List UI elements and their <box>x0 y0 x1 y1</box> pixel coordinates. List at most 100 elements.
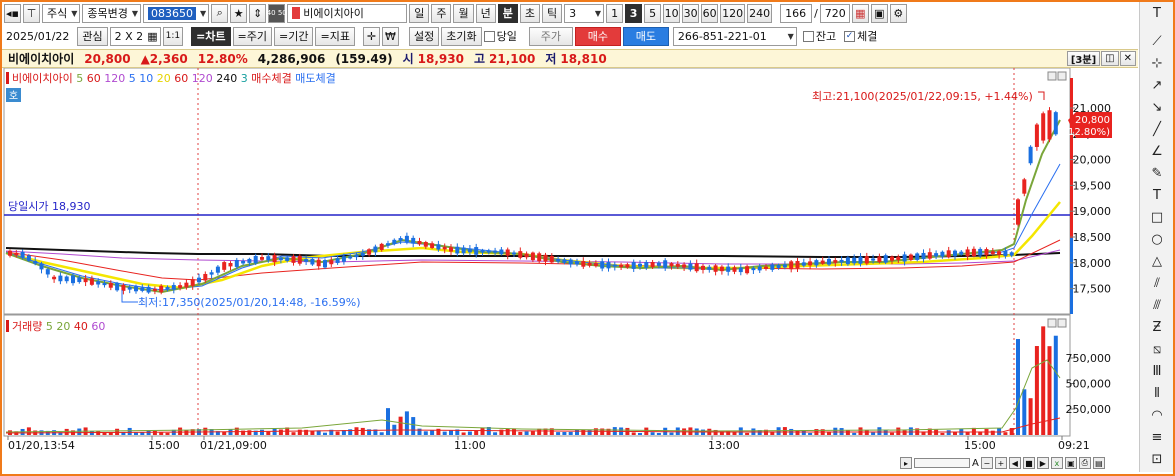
period-year[interactable]: 년 <box>475 3 496 23</box>
arrow-tool-icon[interactable]: ↘ <box>1148 98 1166 116</box>
period-value-input[interactable]: 3 ▼ <box>564 3 605 23</box>
indicator-tab[interactable]: =지표 <box>315 26 355 46</box>
legend-item: 40 <box>70 320 88 333</box>
cycle-lines-icon[interactable]: Ⅲ <box>1148 362 1166 380</box>
parallel-tool-icon[interactable]: ⫻ <box>1148 296 1166 314</box>
panel-close-icon[interactable] <box>1057 318 1067 328</box>
menu-arrow-button[interactable]: ◂▪ <box>4 3 21 23</box>
price-button[interactable]: 주가 <box>528 26 573 46</box>
candle <box>449 247 453 252</box>
print-icon[interactable]: ⎙ <box>1078 457 1091 469</box>
trend-line-icon[interactable]: ╱ <box>1148 120 1166 138</box>
interval-3[interactable]: 3 <box>625 3 643 23</box>
period-day[interactable]: 일 <box>409 3 430 23</box>
stop-icon[interactable]: ■ <box>1022 457 1035 469</box>
candle <box>102 283 107 286</box>
gann-tool-icon[interactable]: ⧅ <box>1148 340 1166 358</box>
period-second[interactable]: 초 <box>519 3 540 23</box>
fibonacci-tool-icon[interactable]: Ƶ <box>1148 318 1166 336</box>
cross-tool-icon[interactable]: ⊹ <box>1148 54 1166 72</box>
search-icon[interactable]: ⌕ <box>211 3 229 23</box>
panel-restore-icon[interactable] <box>1047 318 1057 328</box>
settings-button[interactable]: 설정 <box>408 26 440 46</box>
candle <box>1009 252 1014 256</box>
crosshair-icon[interactable]: ✛ <box>362 26 380 46</box>
panel-close-icon[interactable] <box>1057 71 1067 81</box>
save-icon[interactable]: ▣ <box>1064 457 1077 469</box>
period-month[interactable]: 월 <box>453 3 474 23</box>
ratio-button[interactable]: 1:1 <box>162 26 184 46</box>
candle <box>669 263 674 267</box>
line-tool-icon[interactable]: ⟋ <box>1148 32 1166 50</box>
zoom-auto-icon[interactable]: A <box>972 458 979 469</box>
range-tab[interactable]: =기간 <box>274 26 314 46</box>
save-icon[interactable]: ▣ <box>870 3 888 23</box>
ray-tool-icon[interactable]: ↗ <box>1148 76 1166 94</box>
won-icon[interactable]: ₩ <box>381 26 399 46</box>
period-week[interactable]: 주 <box>431 3 452 23</box>
circle-tool-icon[interactable]: ○ <box>1148 230 1166 248</box>
collapse-icon[interactable]: T <box>1148 4 1166 22</box>
prev-icon[interactable]: ◀ <box>1008 457 1021 469</box>
pen-tool-icon[interactable]: ✎ <box>1148 164 1166 182</box>
fib-time-icon[interactable]: ⦀ <box>1148 384 1166 402</box>
levels-tool-icon[interactable]: ≡ <box>1148 428 1166 446</box>
reset-button[interactable]: 초기화 <box>441 26 482 46</box>
interval-5[interactable]: 5 <box>644 3 662 23</box>
count-input[interactable]: 166 <box>780 3 813 23</box>
volume-bar <box>858 427 863 435</box>
channel-tool-icon[interactable]: ⫽ <box>1148 274 1166 292</box>
star-icon[interactable]: ★ <box>230 3 248 23</box>
interval-240[interactable]: 240 <box>747 3 773 23</box>
search-mode-select[interactable]: 종목변경 ▼ <box>82 3 142 23</box>
pin-button[interactable]: ⊤ <box>23 3 40 23</box>
text-tool-icon[interactable]: T <box>1148 186 1166 204</box>
close-icon[interactable]: ✕ <box>1119 51 1136 66</box>
stock-name-field[interactable]: 비에이치아이 <box>287 3 408 23</box>
gear-icon[interactable]: ⚙ <box>889 3 907 23</box>
market-select[interactable]: 주식 ▼ <box>42 3 81 23</box>
rectangle-tool-icon[interactable]: □ <box>1148 208 1166 226</box>
panel-restore-icon[interactable] <box>1047 71 1057 81</box>
chart-tab[interactable]: =차트 <box>191 26 231 46</box>
period-minute[interactable]: 분 <box>497 3 518 23</box>
zoom-in-icon[interactable]: + <box>994 457 1007 469</box>
today-checkbox[interactable]: 당일 <box>483 28 517 44</box>
layout-icon[interactable]: ▤ <box>1092 457 1105 469</box>
arc-tool-icon[interactable]: ◠ <box>1148 406 1166 424</box>
interval-30[interactable]: 30 <box>682 3 700 23</box>
date-input[interactable]: 2025/01/22 <box>4 26 72 46</box>
excel-icon[interactable]: x <box>1050 457 1063 469</box>
account-select[interactable]: 266-851-221-01 ▼ <box>672 26 797 46</box>
grid-icon[interactable]: ▦ <box>851 3 869 23</box>
scroll-right-icon[interactable]: ▸ <box>900 457 912 469</box>
interval-1[interactable]: 1 <box>606 3 624 23</box>
period-tick[interactable]: 틱 <box>541 3 563 23</box>
interval-10[interactable]: 10 <box>663 3 681 23</box>
sell-button[interactable]: 매도 <box>622 26 669 46</box>
angle-tool-icon[interactable]: ∠ <box>1148 142 1166 160</box>
interval-60[interactable]: 60 <box>701 3 719 23</box>
stock-code-input[interactable]: 083650 ▼ <box>143 3 210 23</box>
fill-checkbox[interactable]: ✓ 체결 <box>844 28 877 44</box>
triangle-tool-icon[interactable]: △ <box>1148 252 1166 270</box>
volume-bar <box>430 430 435 435</box>
scroll-track[interactable] <box>914 458 970 468</box>
ruler-tool-icon[interactable]: ⊡ <box>1148 450 1166 468</box>
grid-layout-select[interactable]: 2 X 2 ▦ <box>109 26 161 46</box>
chart-area[interactable]: 21,00020,50020,00019,50019,00018,50018,0… <box>2 68 1138 454</box>
up-down-icon[interactable]: ⇕ <box>249 3 267 23</box>
candle <box>959 251 964 255</box>
mini-chart-button[interactable]: 40 50 <box>267 3 287 23</box>
period-tab[interactable]: =주기 <box>232 26 273 46</box>
balance-checkbox[interactable]: 잔고 <box>802 28 836 44</box>
count-shown: 166 <box>785 6 807 20</box>
watch-button[interactable]: 관심 <box>77 26 108 46</box>
restore-icon[interactable]: ◫ <box>1101 51 1119 66</box>
volume-bar <box>134 432 138 435</box>
buy-button[interactable]: 매수 <box>574 26 621 46</box>
next-icon[interactable]: ▶ <box>1036 457 1049 469</box>
interval-120[interactable]: 120 <box>720 3 746 23</box>
candle <box>908 254 913 261</box>
zoom-out-icon[interactable]: − <box>980 457 993 469</box>
